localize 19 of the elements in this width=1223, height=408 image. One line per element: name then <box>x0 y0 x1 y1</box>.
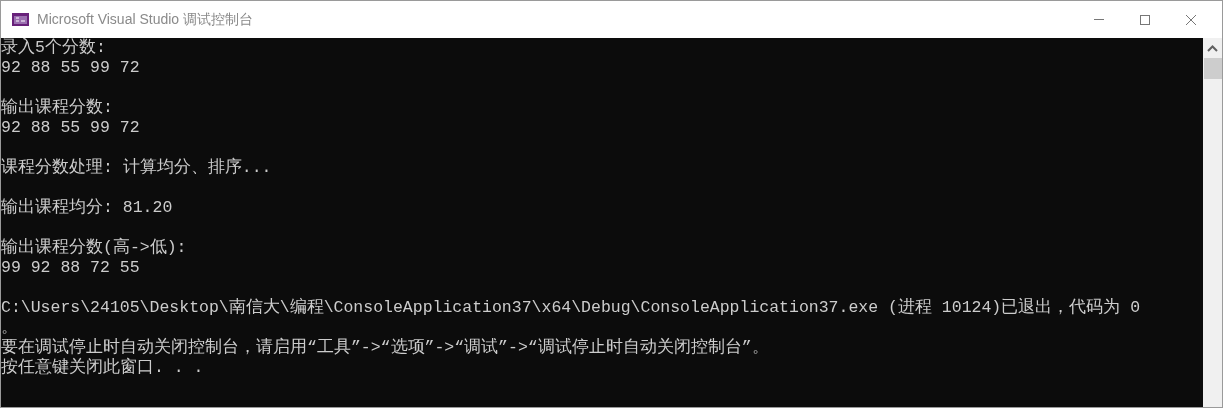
console-line: 课程分数处理: 计算均分、排序... <box>1 158 272 178</box>
close-icon <box>1186 14 1196 25</box>
console-line: 92 88 55 99 72 <box>1 118 140 138</box>
console-line: 输出课程分数(高->低): <box>1 238 187 258</box>
console-line: 录入5个分数: <box>1 38 106 58</box>
console-line: 99 92 88 72 55 <box>1 258 140 278</box>
scrollbar-thumb[interactable] <box>1203 58 1222 79</box>
console-line: 要在调试停止时自动关闭控制台，请启用“工具”->“选项”->“调试”->“调试停止时自动关闭控制台”。 <box>1 338 769 357</box>
console-line: 输出课程均分: 81.20 <box>1 198 173 218</box>
console-line: 输出课程分数: <box>1 98 113 118</box>
scroll-up-icon[interactable] <box>1207 45 1218 52</box>
console-line: C:\Users\24105\Desktop\南信大\编程\ConsoleApplication37\x64\Debug\ConsoleApplication37.exe (进程 10124)已退出，代码为 0 <box>1 298 1141 318</box>
console-line: 。 <box>1 318 18 338</box>
console-app-icon <box>12 13 29 26</box>
window-title: Microsoft Visual Studio 调试控制台 <box>37 10 254 29</box>
minimize-icon <box>1094 19 1104 20</box>
maximize-icon <box>1140 14 1150 25</box>
console-line: 92 88 55 99 72 <box>1 58 140 78</box>
console-line: 按任意键关闭此窗口. . . <box>1 358 204 378</box>
